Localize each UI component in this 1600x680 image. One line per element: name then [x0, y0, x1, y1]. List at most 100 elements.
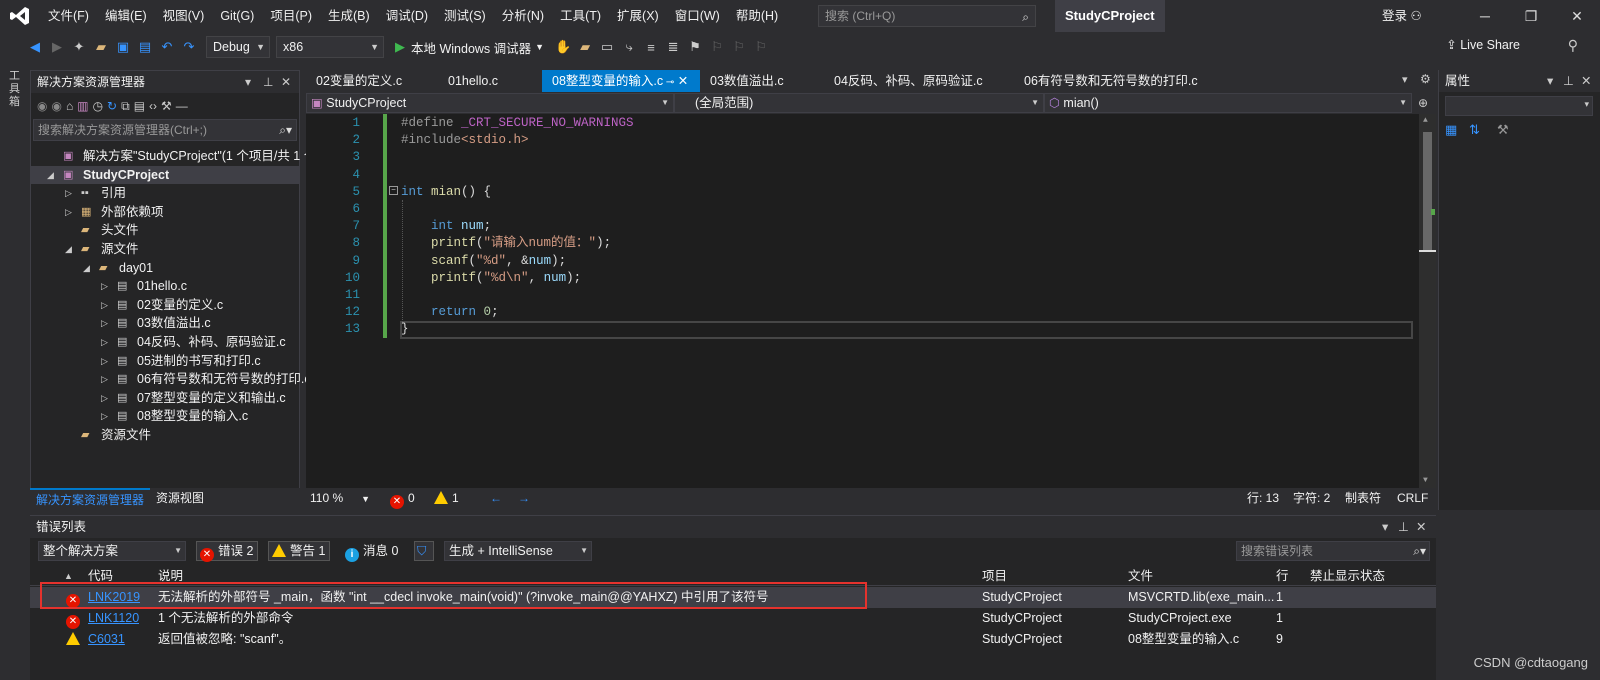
restore-button[interactable]: ❐	[1508, 0, 1554, 32]
menu-item[interactable]: 项目(P)	[262, 0, 320, 32]
column-line[interactable]: 行	[1276, 566, 1289, 586]
pin-icon[interactable]: ⊥	[263, 71, 273, 93]
panel-menu-icon[interactable]: ▾	[245, 71, 251, 93]
back-nav-icon[interactable]: ◀	[24, 36, 46, 58]
menu-item[interactable]: 生成(B)	[320, 0, 378, 32]
browse-folder-icon[interactable]: ▰	[574, 36, 596, 58]
configuration-select[interactable]: Debug ▼	[206, 36, 270, 58]
uncomment-icon[interactable]: ≣	[662, 36, 684, 58]
tree-node[interactable]: ◢ ▣ StudyCProject	[31, 165, 299, 185]
show-all-files-icon[interactable]: ▤	[134, 99, 145, 113]
collapsed-arrow-icon[interactable]: ▷	[101, 314, 108, 333]
redo-icon[interactable]: ↷	[178, 36, 200, 58]
editor-tab[interactable]: 01hello.c	[438, 70, 542, 92]
collapsed-arrow-icon[interactable]: ▷	[101, 352, 108, 371]
member-dropdown[interactable]: ⬡ mian() ▼	[1044, 93, 1412, 113]
collapsed-arrow-icon[interactable]: ▷	[101, 370, 108, 389]
menu-item[interactable]: 视图(V)	[155, 0, 213, 32]
menu-item[interactable]: 分析(N)	[494, 0, 552, 32]
code-line[interactable]: int num;	[401, 218, 491, 235]
tree-node[interactable]: ▷ ▤ 07整型变量的定义和输出.c	[31, 389, 299, 408]
tree-node[interactable]: ▷ ▤ 06有符号数和无符号数的打印.c	[31, 370, 311, 389]
scroll-down-icon[interactable]: ▼	[1423, 476, 1428, 485]
tree-node[interactable]: ▣ 解决方案"StudyCProject"(1 个项目/共 1 个)	[31, 147, 320, 166]
tab-solution-explorer[interactable]: 解决方案资源管理器	[30, 488, 151, 510]
solution-search-input[interactable]: 搜索解决方案资源管理器(Ctrl+;) ⌕▾	[33, 119, 297, 141]
code-line[interactable]: printf("请输入num的值：");	[401, 235, 611, 252]
code-line[interactable]: printf("%d\n", num);	[401, 270, 581, 287]
menu-item[interactable]: 文件(F)	[40, 0, 97, 32]
error-row[interactable]: C6031 返回值被忽略: "scanf"。 StudyCProject 08整型变量…	[30, 629, 1436, 650]
scope-dropdown[interactable]: (全局范围) ▼	[674, 93, 1044, 113]
code-line[interactable]: }	[401, 321, 409, 338]
tree-node[interactable]: ▰ 资源文件	[31, 426, 299, 445]
code-editor[interactable]: − 1 #define _CRT_SECURE_NO_WARNINGS 2 #incl…	[306, 114, 1436, 488]
tree-node[interactable]: ▷ ▤ 02变量的定义.c	[31, 296, 299, 315]
save-all-icon[interactable]: ▤	[134, 36, 156, 58]
vertical-scrollbar[interactable]: ▲ ▼	[1419, 114, 1436, 488]
panel-menu-icon[interactable]: ▾	[1547, 70, 1553, 92]
split-editor-icon[interactable]: ⊕	[1412, 92, 1434, 114]
collapsed-arrow-icon[interactable]: ▷	[101, 296, 108, 315]
prev-bookmark-icon[interactable]: ⚐	[706, 36, 728, 58]
code-line[interactable]: int mian() {	[401, 184, 491, 201]
collapse-region-icon[interactable]: −	[389, 186, 398, 195]
pin-icon[interactable]: ⊥	[1563, 70, 1574, 92]
menu-item[interactable]: 工具(T)	[552, 0, 609, 32]
window-layout-icon[interactable]: ▭	[596, 36, 618, 58]
feedback-icon[interactable]: ⚲	[1568, 37, 1578, 54]
pin-tab-icon[interactable]: ⊸	[663, 77, 674, 88]
next-bookmark-icon[interactable]: ⚐	[728, 36, 750, 58]
tree-node[interactable]: ▰ 头文件	[31, 221, 299, 240]
messages-filter-button[interactable]: i 消息 0	[341, 541, 403, 562]
project-dropdown[interactable]: ▣ StudyCProject ▼	[306, 93, 674, 113]
open-file-icon[interactable]: ▰	[90, 36, 112, 58]
tree-node[interactable]: ▷ ▤ 04反码、补码、原码验证.c	[31, 333, 299, 352]
tree-node[interactable]: ▷ ▤ 01hello.c	[31, 277, 299, 296]
code-line[interactable]: scanf("%d", &num);	[401, 253, 566, 270]
home-icon[interactable]: ⌂	[66, 99, 73, 113]
alphabetical-icon[interactable]: ⇅	[1469, 122, 1480, 138]
close-icon[interactable]: ✕	[281, 71, 291, 93]
toolbox-tab[interactable]: 工具箱	[9, 70, 23, 109]
tree-node[interactable]: ▷ ▪▪ 引用	[31, 184, 299, 203]
warnings-filter-button[interactable]: 警告 1	[268, 541, 331, 561]
bookmark-icon[interactable]: ⚑	[684, 36, 706, 58]
object-select[interactable]: ▾	[1445, 96, 1593, 116]
error-search-input[interactable]: 搜索错误列表 ⌕▾	[1236, 541, 1430, 561]
property-pages-icon[interactable]: ⚒	[1497, 122, 1509, 138]
expanded-arrow-icon[interactable]: ◢	[47, 166, 54, 185]
expanded-arrow-icon[interactable]: ◢	[65, 240, 72, 259]
clear-bookmarks-icon[interactable]: ⚐	[750, 36, 772, 58]
login-link[interactable]: 登录 ⚇	[1382, 0, 1422, 32]
menu-item[interactable]: 扩展(X)	[609, 0, 667, 32]
sync-icon[interactable]: ↻	[107, 99, 117, 113]
save-icon[interactable]: ▣	[112, 36, 134, 58]
error-row[interactable]: ✕ LNK1120 1 个无法解析的外部命令 StudyCProject StudyCP…	[30, 608, 1436, 629]
switch-views-icon[interactable]: ▥	[77, 99, 88, 113]
error-code-link[interactable]: C6031	[88, 629, 125, 650]
prev-issue-icon[interactable]: ←	[490, 488, 502, 508]
editor-tab[interactable]: 08整型变量的输入.c ⊸ ✕	[542, 70, 700, 92]
editor-tab[interactable]: 06有符号数和无符号数的打印.c	[1014, 70, 1198, 92]
start-debugging-button[interactable]: ▶ 本地 Windows 调试器 ▼	[395, 38, 544, 57]
scope-select[interactable]: 整个解决方案 ▼	[38, 541, 186, 561]
minimize-button[interactable]: ─	[1462, 0, 1508, 32]
warning-count[interactable]: 1	[434, 488, 459, 508]
forward-icon[interactable]: ◉	[51, 99, 61, 113]
menu-item[interactable]: 编辑(E)	[97, 0, 155, 32]
menu-item[interactable]: 调试(D)	[378, 0, 436, 32]
tree-node[interactable]: ▷ ▤ 03数值溢出.c	[31, 314, 299, 333]
hot-reload-icon[interactable]: ✋	[552, 36, 574, 58]
menu-item[interactable]: 测试(S)	[436, 0, 494, 32]
comment-icon[interactable]: ≡	[640, 36, 662, 58]
collapsed-arrow-icon[interactable]: ▷	[101, 389, 108, 408]
code-line[interactable]: return 0;	[401, 304, 499, 321]
errors-filter-button[interactable]: ✕ 错误 2	[196, 541, 259, 562]
close-window-button[interactable]: ✕	[1554, 0, 1600, 32]
collapsed-arrow-icon[interactable]: ▷	[101, 333, 108, 352]
editor-tab[interactable]: 02变量的定义.c	[306, 70, 438, 92]
error-code-link[interactable]: LNK1120	[88, 608, 139, 629]
close-icon[interactable]: ✕	[1416, 516, 1426, 538]
undo-icon[interactable]: ↶	[156, 36, 178, 58]
